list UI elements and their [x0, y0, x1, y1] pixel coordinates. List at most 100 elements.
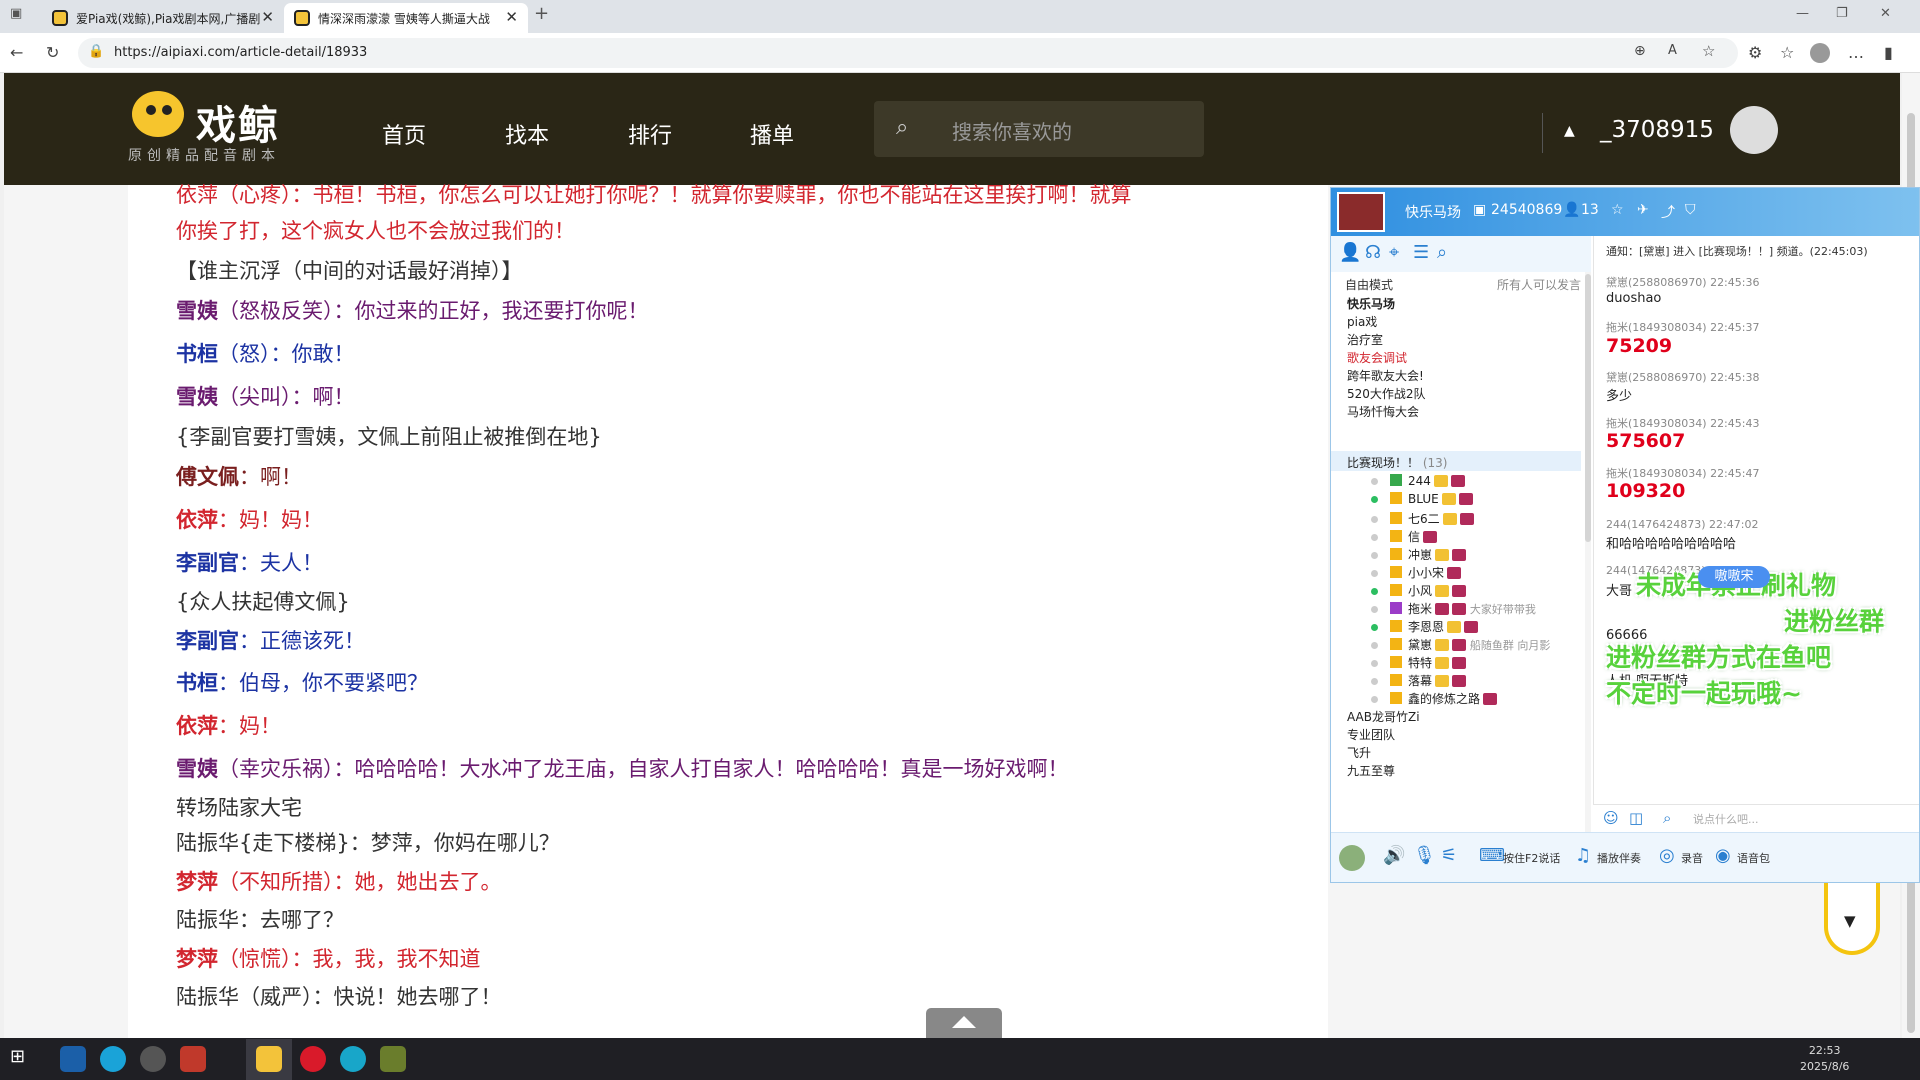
channel-item[interactable]: 九五至尊	[1347, 762, 1395, 779]
star-icon[interactable]: ☆	[1611, 202, 1624, 218]
channel-item[interactable]: 专业团队	[1347, 726, 1395, 743]
lock-icon[interactable]: 🔒	[88, 44, 104, 59]
search-box[interactable]: ⌕ 搜索你喜欢的	[874, 101, 1204, 157]
channel-item-active[interactable]: 比赛现场！！ (13)	[1347, 454, 1447, 471]
site-logo-text[interactable]: 戏鲸	[196, 93, 280, 151]
start-icon[interactable]: ⊞	[10, 1046, 36, 1072]
refresh-icon[interactable]: ↻	[46, 43, 59, 62]
edge-icon[interactable]	[100, 1046, 126, 1072]
member-row[interactable]: 黛崽 船随鱼群 向月影	[1371, 636, 1550, 653]
caret-up-icon[interactable]: ▲	[1564, 123, 1575, 139]
nav-ranking[interactable]: 排行	[628, 118, 672, 150]
list-icon[interactable]: ☰	[1413, 242, 1429, 263]
channel-item[interactable]: 歌友会调试	[1347, 349, 1407, 366]
minimize-icon[interactable]: —	[1796, 6, 1809, 21]
message-body: duoshao	[1606, 291, 1662, 306]
role-name: 依萍	[176, 714, 218, 738]
favorite-star-icon[interactable]: ☆	[1702, 42, 1715, 60]
plane-icon[interactable]: ✈	[1637, 202, 1649, 218]
shield-icon[interactable]: ⛉	[1685, 202, 1696, 218]
record-icon[interactable]: ◎	[1659, 845, 1675, 866]
url-field[interactable]: 🔒 https://aipiaxi.com/article-detail/189…	[78, 38, 1738, 68]
channel-header: 快乐马场 ▣ 24540869 👤 13 ☆ ✈ ⤴ ⛉	[1331, 188, 1919, 236]
channel-item[interactable]: AAB龙哥竹Zi	[1347, 708, 1420, 725]
member-row[interactable]: 冲崽	[1371, 546, 1467, 563]
speaker-icon[interactable]: 🔊	[1383, 845, 1405, 866]
tab-script-page[interactable]: 情深深雨濛濛 雪姨等人撕逼大战 ✕	[284, 3, 528, 33]
f2-key-icon[interactable]: ⌨	[1479, 845, 1505, 866]
close-window-icon[interactable]: ✕	[1880, 6, 1891, 21]
nav-find-script[interactable]: 找本	[505, 118, 549, 150]
zoom-icon[interactable]: ⊕	[1634, 43, 1646, 59]
channel-avatar[interactable]	[1337, 192, 1385, 232]
nav-playlist[interactable]: 播单	[750, 118, 794, 150]
member-row[interactable]: 七6二	[1371, 510, 1474, 527]
channel-item[interactable]: 快乐马场	[1347, 295, 1395, 312]
message-header: 黛崽(2588086970) 22:45:38	[1606, 371, 1760, 384]
music-note-icon[interactable]: ♫	[1575, 845, 1591, 866]
member-row[interactable]: 落幕	[1371, 672, 1467, 689]
member-row[interactable]: BLUE	[1371, 492, 1473, 506]
search-icon[interactable]: ⌕	[1663, 809, 1671, 827]
mixer-icon[interactable]: ⚟	[1441, 845, 1457, 866]
emoji-icon[interactable]: ☺	[1603, 809, 1619, 827]
nav-home[interactable]: 首页	[382, 118, 426, 150]
channel-item[interactable]: 520大作战2队	[1347, 385, 1426, 402]
close-tab-icon[interactable]: ✕	[261, 8, 274, 26]
system-clock[interactable]: 22:53 2025/8/6	[1800, 1043, 1849, 1075]
member-row[interactable]: 信	[1371, 528, 1438, 545]
member-row[interactable]: 李恩恩	[1371, 618, 1479, 635]
more-icon[interactable]: …	[1848, 43, 1864, 62]
script-line: 依萍（心疼）：书桓！书桓，你怎么可以让她打你呢？！就算你要赎罪，你也不能站在这里…	[176, 183, 1132, 207]
voice-pack-icon[interactable]: ◉	[1715, 845, 1731, 866]
back-icon[interactable]: ←	[10, 43, 23, 62]
game-icon[interactable]: ◫	[1629, 809, 1643, 827]
username[interactable]: _3708915	[1600, 117, 1714, 143]
channel-item[interactable]: pia戏	[1347, 313, 1377, 330]
profile-icon[interactable]	[1810, 43, 1830, 63]
app-icon[interactable]	[380, 1046, 406, 1072]
netease-music-icon[interactable]	[300, 1046, 326, 1072]
member-row[interactable]: 鑫的修炼之路	[1371, 690, 1498, 707]
member-row[interactable]: 小风	[1371, 582, 1467, 599]
tab-actions-icon[interactable]: ▣	[10, 6, 22, 21]
channel-item[interactable]: 治疗室	[1347, 331, 1383, 348]
push-to-talk-button[interactable]: 按住F2说话	[1503, 850, 1560, 866]
restore-icon[interactable]: ❐	[1836, 6, 1848, 21]
app-icon[interactable]	[140, 1046, 166, 1072]
avatar[interactable]	[1339, 845, 1365, 871]
member-row[interactable]: 特特	[1371, 654, 1467, 671]
app-icon[interactable]	[180, 1046, 206, 1072]
microphone-icon[interactable]: 🎙	[1413, 845, 1436, 866]
sidebar-icon[interactable]: ▮	[1884, 43, 1893, 62]
aipiaxi-app-icon[interactable]	[256, 1046, 282, 1072]
record-button[interactable]: 录音	[1681, 850, 1703, 866]
member-row[interactable]: 拖米 大家好带带我	[1371, 600, 1536, 617]
extension-icon[interactable]: ⚙	[1748, 43, 1762, 62]
app-icon[interactable]	[340, 1046, 366, 1072]
whale-logo-icon[interactable]	[132, 91, 184, 137]
channel-item[interactable]: 跨年歌友大会!	[1347, 367, 1424, 384]
avatar[interactable]	[1730, 106, 1778, 154]
share-icon[interactable]: ⤴	[1661, 202, 1675, 222]
voice-pack-button[interactable]: 语音包	[1737, 850, 1770, 866]
search-icon[interactable]: ⌕	[1437, 242, 1447, 263]
play-accompaniment-button[interactable]: 播放伴奏	[1597, 850, 1641, 866]
search-icon[interactable]: ⌕	[896, 115, 908, 140]
member-row[interactable]: 小小宋	[1371, 564, 1462, 581]
read-aloud-icon[interactable]: A	[1668, 43, 1677, 58]
headset-icon[interactable]: ☊	[1365, 242, 1381, 263]
steam-icon[interactable]	[60, 1046, 86, 1072]
channel-list-scrollbar[interactable]	[1585, 272, 1591, 832]
channel-item[interactable]: 马场忏悔大会	[1347, 403, 1419, 420]
member-row[interactable]: 244	[1371, 474, 1465, 488]
tab-aipiaxi[interactable]: 爱Pia戏(戏鲸),Pia戏剧本网,广播剧 ✕	[42, 3, 284, 33]
chat-input[interactable]: ☺ ◫ ⌕ 说点什么吧...	[1593, 804, 1919, 832]
channel-item[interactable]: 飞升	[1347, 744, 1371, 761]
scroll-to-top-button[interactable]	[926, 1008, 1002, 1038]
location-icon[interactable]: ⌖	[1389, 242, 1399, 263]
new-tab-icon[interactable]: +	[534, 3, 549, 24]
close-tab-icon[interactable]: ✕	[505, 8, 518, 26]
user-icon[interactable]: 👤	[1339, 242, 1361, 263]
favorites-icon[interactable]: ☆	[1780, 43, 1794, 62]
